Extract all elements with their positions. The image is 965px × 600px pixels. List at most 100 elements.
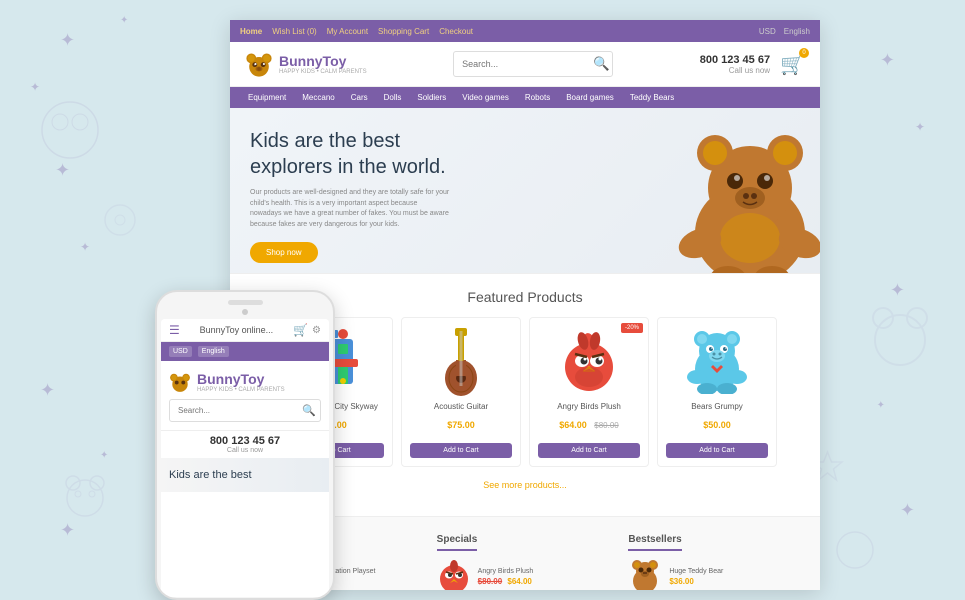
phone-area: 800 123 45 67 Call us now — [700, 54, 770, 75]
bear-outline-decor — [60, 470, 110, 520]
hero-title: Kids are the bestexplorers in the world. — [250, 128, 800, 180]
specials-product: Angry Birds Plush $80.00 $64.00 — [437, 559, 614, 590]
add-to-cart-3[interactable]: Add to Cart — [666, 443, 768, 458]
circle-decor — [835, 530, 875, 570]
star-decor: ✦ — [120, 15, 128, 26]
cat-boardgames[interactable]: Board games — [558, 87, 622, 108]
bestsellers-product-info: Huge Teddy Bear $36.00 — [669, 568, 805, 586]
specials-title: Specials — [437, 534, 478, 551]
bestsellers-product-price: $36.00 — [669, 577, 805, 586]
logo-tagline: HAPPY KIDS • CALM PARENTS — [279, 69, 367, 75]
search-button[interactable]: 🔍 — [587, 52, 613, 76]
phone-logo-text: BunnyToy HAPPY KIDS • CALM PARENTS — [197, 371, 285, 393]
phone-search-button[interactable]: 🔍 — [296, 400, 321, 421]
specials-section: Specials Angry Bi — [437, 529, 614, 590]
price-current-3: $50.00 — [703, 420, 731, 430]
star-decor: ✦ — [55, 160, 70, 181]
top-nav-wishlist[interactable]: Wish List (0) — [272, 27, 316, 36]
phone-logo-area: BunnyToy HAPPY KIDS • CALM PARENTS — [161, 361, 329, 399]
cat-dolls[interactable]: Dolls — [376, 87, 410, 108]
header-right: 800 123 45 67 Call us now 🛒 0 — [700, 52, 805, 77]
bestsellers-title: Bestsellers — [628, 534, 681, 551]
cart-badge: 0 — [799, 48, 809, 58]
phone-hero-section: Kids are the best — [161, 458, 329, 492]
hero-section: Kids are the bestexplorers in the world.… — [230, 108, 820, 273]
search-input[interactable] — [454, 55, 587, 73]
bear-outline-decor — [865, 300, 935, 370]
phone-logo-bear-icon — [169, 371, 191, 393]
phone-speaker — [228, 300, 263, 305]
product-image-2 — [538, 326, 640, 396]
star-decor: ✦ — [40, 380, 55, 401]
currency-selector[interactable]: USD — [759, 27, 776, 36]
add-to-cart-2[interactable]: Add to Cart — [538, 443, 640, 458]
star-decor: ✦ — [877, 400, 885, 411]
star-decor: ✦ — [30, 80, 40, 94]
phone-phone-area: 800 123 45 67 Call us now — [161, 430, 329, 458]
price-old-2: $80.00 — [594, 421, 618, 430]
phone-outer: ☰ BunnyToy online... 🛒 ⚙ USD English — [155, 290, 335, 600]
top-nav-cart[interactable]: Shopping Cart — [378, 27, 429, 36]
phone-language-selector[interactable]: English — [198, 346, 229, 357]
top-nav-home[interactable]: Home — [240, 27, 262, 36]
hero-description: Our products are well-designed and they … — [250, 188, 450, 230]
cat-meccano[interactable]: Meccano — [294, 87, 342, 108]
header: BunnyToy HAPPY KIDS • CALM PARENTS 🔍 800… — [230, 42, 820, 87]
shop-now-button[interactable]: Shop now — [250, 242, 318, 263]
see-more-link[interactable]: See more products... — [483, 480, 567, 490]
top-nav-links: Home Wish List (0) My Account Shopping C… — [240, 27, 473, 36]
cat-videogames[interactable]: Video games — [454, 87, 517, 108]
search-bar: 🔍 — [453, 51, 613, 77]
phone-call-us: Call us now — [169, 447, 321, 454]
specials-product-price: $80.00 $64.00 — [478, 577, 614, 586]
cat-equipment[interactable]: Equipment — [240, 87, 294, 108]
phone-header-icons: 🛒 ⚙ — [293, 323, 321, 337]
cat-cars[interactable]: Cars — [343, 87, 376, 108]
specials-product-info: Angry Birds Plush $80.00 $64.00 — [478, 568, 614, 586]
cat-soldiers[interactable]: Soldiers — [409, 87, 454, 108]
language-selector[interactable]: English — [784, 27, 810, 36]
logo-name: BunnyToy — [279, 53, 367, 69]
phone-settings-icon[interactable]: ⚙ — [312, 325, 321, 336]
product-image-1 — [410, 326, 512, 396]
phone-search-input[interactable] — [170, 402, 296, 419]
product-name-2: Angry Birds Plush — [538, 402, 640, 411]
product-img-svg-3 — [685, 329, 750, 394]
cat-robots[interactable]: Robots — [517, 87, 558, 108]
phone-top-bar: ☰ BunnyToy online... 🛒 ⚙ — [161, 319, 329, 342]
cat-teddybears[interactable]: Teddy Bears — [622, 87, 682, 108]
bestsellers-product-img — [628, 559, 663, 590]
specials-product-img — [437, 559, 472, 590]
phone-logo-tagline: HAPPY KIDS • CALM PARENTS — [197, 387, 285, 393]
phone-cart-icon[interactable]: 🛒 — [293, 323, 308, 337]
top-nav-right: USD English — [759, 27, 810, 36]
logo-bear-icon — [245, 50, 273, 78]
teddy-mini-svg — [628, 559, 663, 590]
product-card-3: Bears Grumpy $50.00 Add to Cart — [657, 317, 777, 467]
product-image-3 — [666, 326, 768, 396]
bestsellers-section: Bestsellers — [628, 529, 805, 590]
phone-brand-text: BunnyToy online... — [200, 325, 274, 335]
product-name-3: Bears Grumpy — [666, 402, 768, 411]
phone-phone-number: 800 123 45 67 — [169, 435, 321, 447]
specials-product-name: Angry Birds Plush — [478, 568, 614, 575]
star-decor: ✦ — [80, 240, 90, 254]
top-nav-myaccount[interactable]: My Account — [327, 27, 368, 36]
top-nav-checkout[interactable]: Checkout — [439, 27, 473, 36]
star-decor: ✦ — [60, 520, 75, 541]
price-area-1: $75.00 — [410, 415, 512, 433]
price-area-2: $64.00 $80.00 — [538, 415, 640, 433]
star-decor: ✦ — [890, 280, 905, 301]
call-us-text: Call us now — [700, 66, 770, 75]
cart-icon[interactable]: 🛒 0 — [780, 52, 805, 77]
price-area-3: $50.00 — [666, 415, 768, 433]
discount-badge-2: -20% — [621, 323, 643, 333]
product-card-2: -20% — [529, 317, 649, 467]
phone-currency-selector[interactable]: USD — [169, 346, 192, 357]
phone-search-bar: 🔍 — [169, 399, 321, 422]
phone-menu-icon[interactable]: ☰ — [169, 323, 180, 337]
phone-mockup: ☰ BunnyToy online... 🛒 ⚙ USD English — [155, 290, 335, 600]
add-to-cart-1[interactable]: Add to Cart — [410, 443, 512, 458]
star-decor: ✦ — [915, 120, 925, 134]
product-card-1: Acoustic Guitar $75.00 Add to Cart — [401, 317, 521, 467]
